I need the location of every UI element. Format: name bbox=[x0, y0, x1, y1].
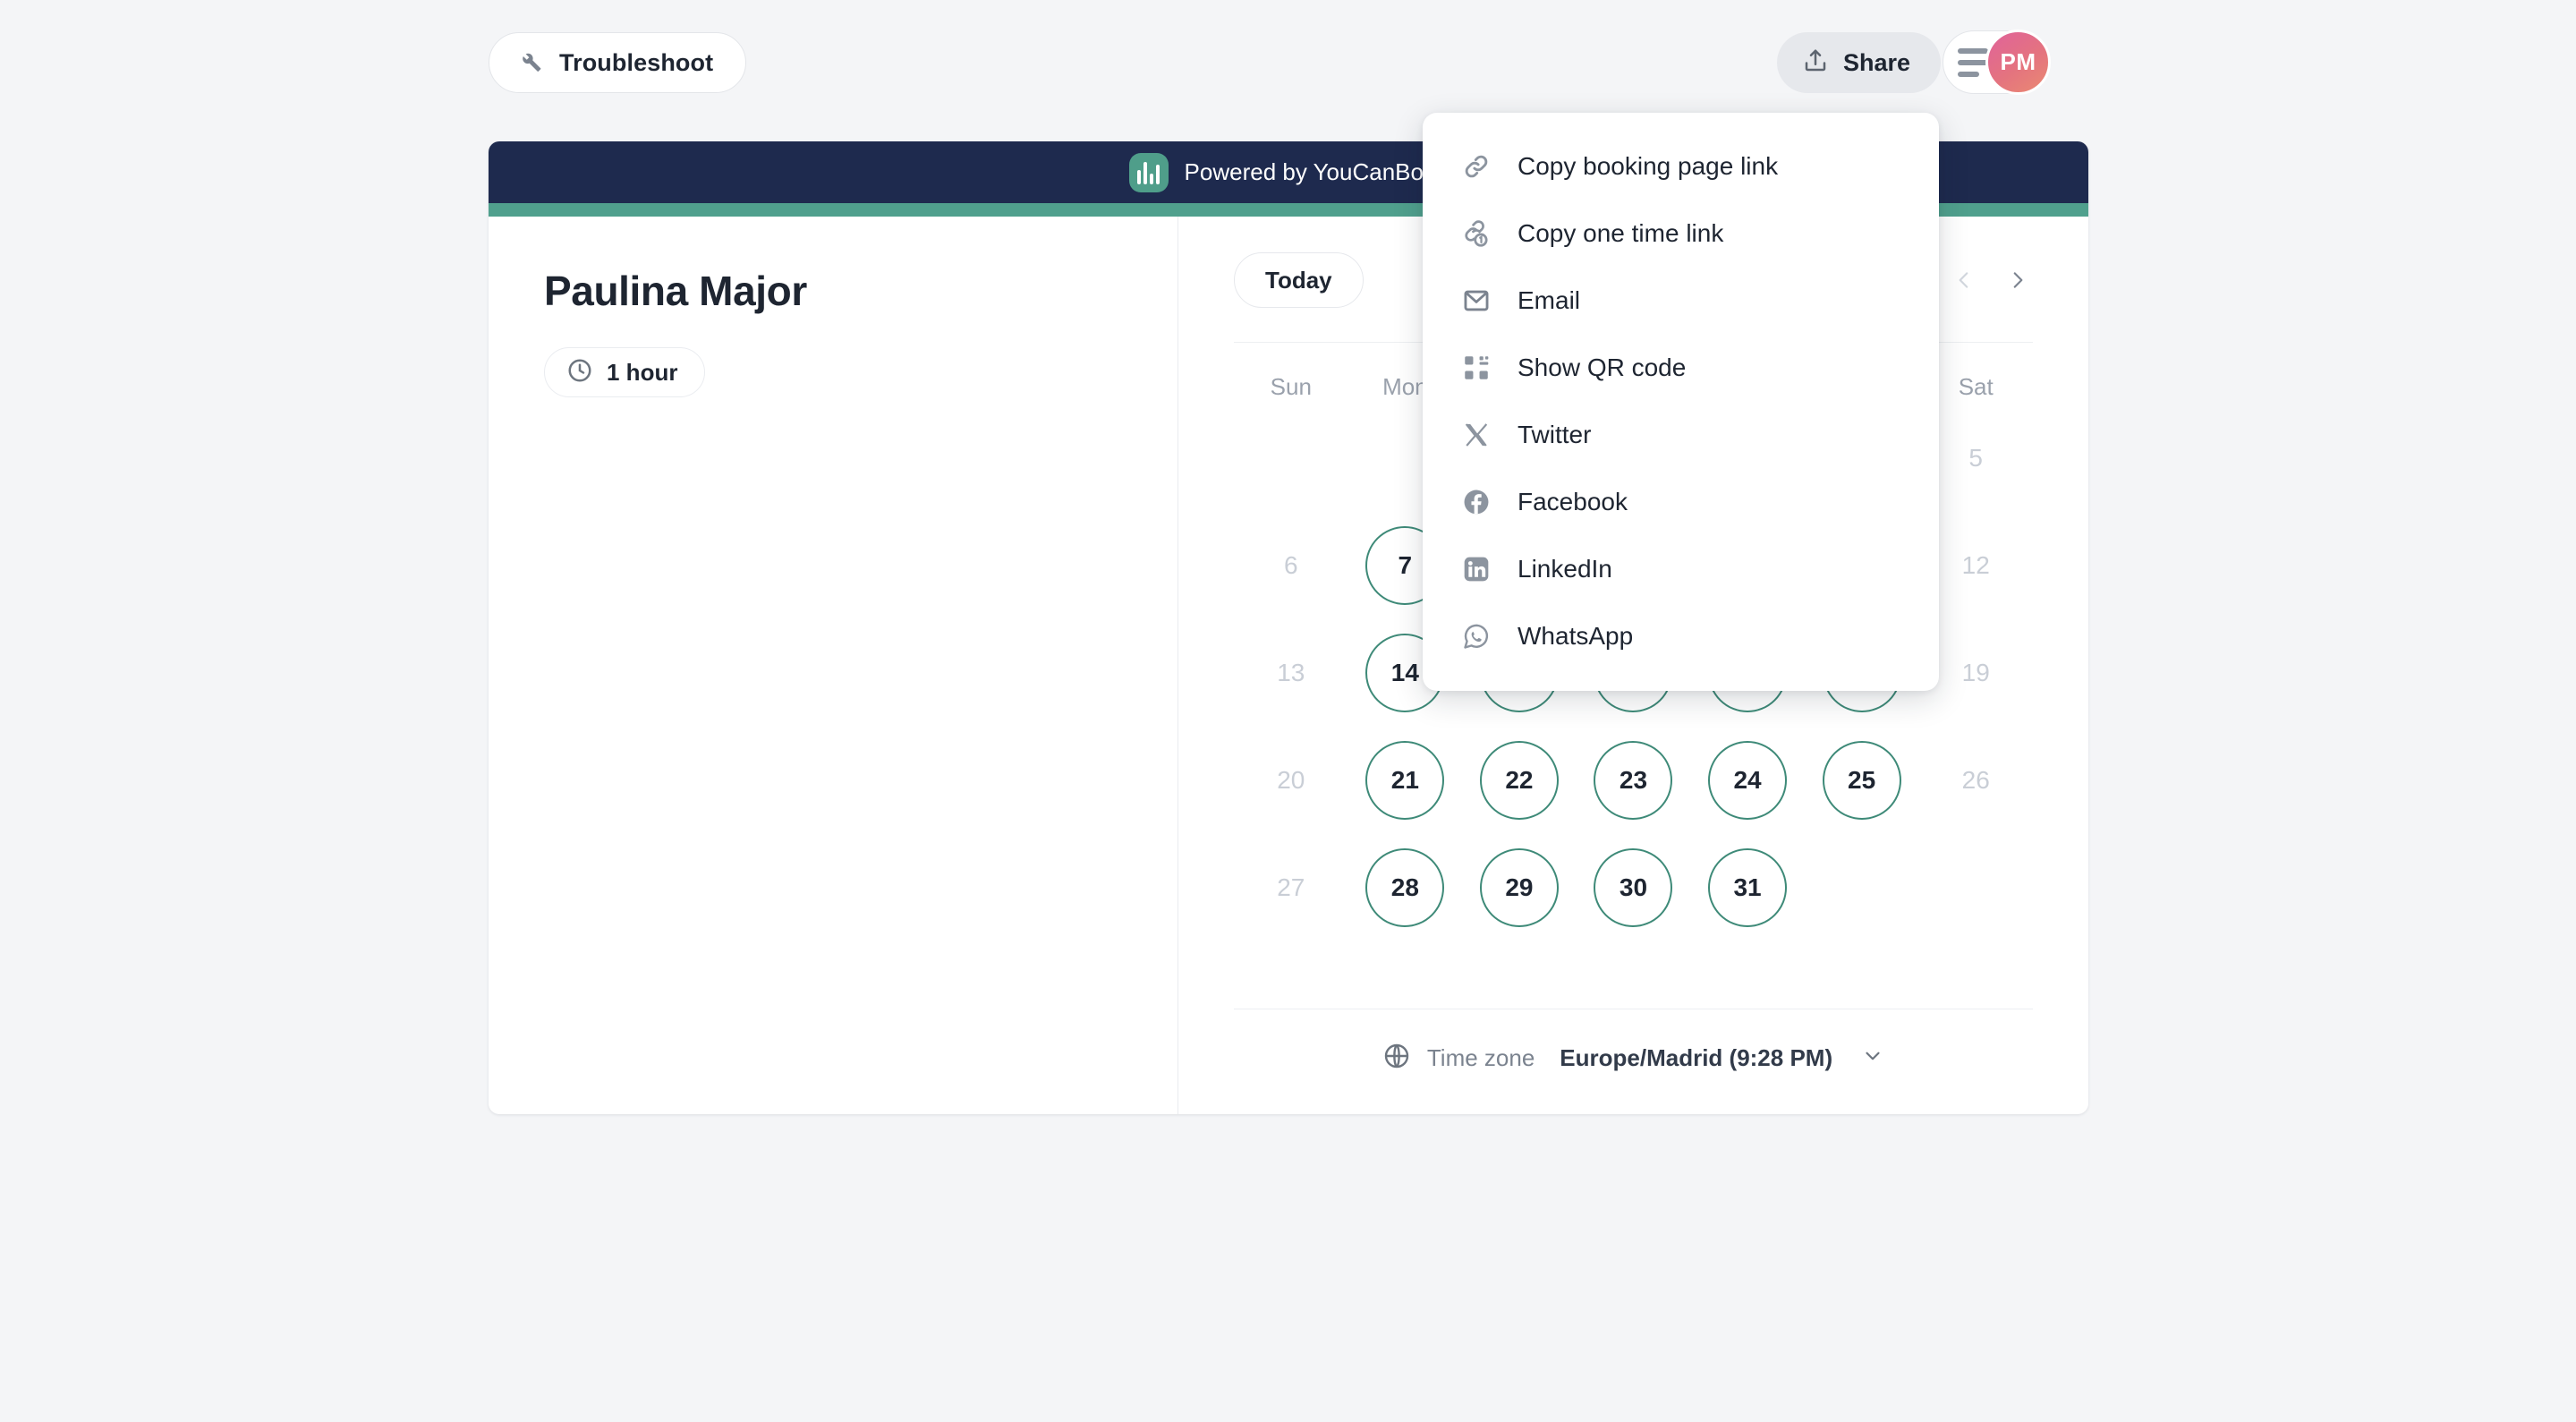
account-menu-pill[interactable]: PM bbox=[1943, 30, 2051, 95]
share-menu-item-label: Twitter bbox=[1518, 420, 1592, 448]
youcanbookme-logo-icon bbox=[1128, 152, 1169, 192]
share-menu-item-linkedin[interactable]: LinkedIn bbox=[1423, 535, 1939, 602]
calendar-day-available[interactable]: 24 bbox=[1690, 727, 1805, 834]
duration-chip: 1 hour bbox=[544, 347, 706, 397]
share-menu-item-label: Facebook bbox=[1518, 487, 1628, 515]
calendar-day-number: 21 bbox=[1365, 741, 1445, 820]
calendar-day-number: 27 bbox=[1277, 873, 1305, 901]
top-bar: Troubleshoot Share PM bbox=[0, 0, 2576, 132]
link-one-time-icon bbox=[1460, 217, 1492, 250]
duration-label: 1 hour bbox=[607, 358, 678, 386]
calendar-day-unavailable: 26 bbox=[1918, 727, 2033, 834]
share-label: Share bbox=[1843, 48, 1911, 76]
calendar-day-empty bbox=[1234, 404, 1348, 512]
calendar-day-number: 29 bbox=[1479, 848, 1559, 927]
calendar-day-number: 25 bbox=[1822, 741, 1901, 820]
powered-by-label: Powered by YouCanBook bbox=[1184, 158, 1449, 185]
calendar-day-number: 5 bbox=[1968, 444, 1983, 472]
calendar-day-number: 30 bbox=[1594, 848, 1673, 927]
calendar-day-number: 26 bbox=[1961, 766, 1990, 794]
calendar-day-unavailable: 27 bbox=[1234, 834, 1348, 941]
share-menu-item-facebook[interactable]: Facebook bbox=[1423, 468, 1939, 535]
share-menu-item-label: Email bbox=[1518, 285, 1581, 314]
troubleshoot-button[interactable]: Troubleshoot bbox=[489, 32, 747, 93]
calendar-day-available[interactable]: 31 bbox=[1690, 834, 1805, 941]
share-menu-item-copy-booking-page-link[interactable]: Copy booking page link bbox=[1423, 132, 1939, 200]
calendar-day-unavailable: 13 bbox=[1234, 619, 1348, 727]
whatsapp-icon bbox=[1460, 620, 1492, 652]
timezone-label: Time zone bbox=[1426, 1044, 1535, 1071]
calendar-day-number: 12 bbox=[1961, 551, 1990, 579]
chevron-down-icon[interactable] bbox=[1861, 1044, 1884, 1072]
today-button[interactable]: Today bbox=[1234, 252, 1364, 308]
calendar-day-number: 23 bbox=[1594, 741, 1673, 820]
share-menu-item-whatsapp[interactable]: WhatsApp bbox=[1423, 602, 1939, 669]
share-menu-item-label: LinkedIn bbox=[1518, 554, 1612, 583]
chevron-left-icon[interactable] bbox=[1949, 260, 1979, 300]
weekday-label: Sun bbox=[1270, 373, 1312, 400]
calendar-day-number: 19 bbox=[1961, 659, 1990, 686]
calendar-day-available[interactable]: 22 bbox=[1462, 727, 1577, 834]
calendar-day-number: 24 bbox=[1708, 741, 1788, 820]
calendar-day-available[interactable]: 25 bbox=[1805, 727, 1919, 834]
calendar-day-number: 22 bbox=[1479, 741, 1559, 820]
wrench-icon bbox=[516, 47, 543, 79]
calendar-day-empty bbox=[1805, 834, 1919, 941]
share-menu-item-copy-one-time-link[interactable]: Copy one time link bbox=[1423, 200, 1939, 267]
calendar-day-number: 6 bbox=[1283, 551, 1298, 579]
calendar-day-empty bbox=[1918, 834, 2033, 941]
calendar-day-unavailable: 6 bbox=[1234, 512, 1348, 619]
share-button[interactable]: Share bbox=[1777, 32, 1942, 93]
calendar-day-unavailable: 20 bbox=[1234, 727, 1348, 834]
calendar-day-number: 13 bbox=[1277, 659, 1305, 686]
facebook-icon bbox=[1460, 486, 1492, 518]
envelope-icon bbox=[1460, 285, 1492, 317]
share-menu-item-label: Copy booking page link bbox=[1518, 151, 1779, 180]
upload-share-icon bbox=[1802, 47, 1829, 79]
app-root: Troubleshoot Share PM Powered by YouCanB… bbox=[0, 0, 2576, 1422]
timezone-value: Europe/Madrid (9:28 PM) bbox=[1560, 1044, 1833, 1071]
calendar-day-available[interactable]: 23 bbox=[1577, 727, 1691, 834]
share-menu-item-label: Show QR code bbox=[1518, 353, 1687, 381]
host-name: Paulina Major bbox=[544, 268, 807, 314]
calendar-day-available[interactable]: 21 bbox=[1348, 727, 1463, 834]
globe-icon bbox=[1382, 1042, 1411, 1075]
chevron-right-icon[interactable] bbox=[2002, 260, 2033, 300]
share-menu-item-email[interactable]: Email bbox=[1423, 267, 1939, 334]
linkedin-icon bbox=[1460, 553, 1492, 585]
timezone-bar[interactable]: Time zone Europe/Madrid (9:28 PM) bbox=[1234, 1009, 2033, 1075]
share-menu-item-label: Copy one time link bbox=[1518, 218, 1724, 247]
booking-details-pane: Paulina Major 1 hour bbox=[489, 217, 1178, 1114]
twitter-x-icon bbox=[1460, 419, 1492, 451]
share-menu-item-show-qr-code[interactable]: Show QR code bbox=[1423, 334, 1939, 401]
troubleshoot-label: Troubleshoot bbox=[559, 48, 714, 76]
qr-code-icon bbox=[1460, 352, 1492, 384]
calendar-day-number: 20 bbox=[1277, 766, 1305, 794]
calendar-day-available[interactable]: 30 bbox=[1577, 834, 1691, 941]
calendar-day-number: 31 bbox=[1708, 848, 1788, 927]
avatar[interactable]: PM bbox=[1985, 30, 2051, 95]
share-dropdown-menu: Copy booking page link Copy one time link… bbox=[1423, 113, 1939, 691]
calendar-nav bbox=[1949, 260, 2033, 300]
link-icon bbox=[1460, 150, 1492, 183]
share-menu-item-twitter[interactable]: Twitter bbox=[1423, 401, 1939, 468]
calendar-day-available[interactable]: 28 bbox=[1348, 834, 1463, 941]
calendar-day-number: 28 bbox=[1365, 848, 1445, 927]
calendar-day-available[interactable]: 29 bbox=[1462, 834, 1577, 941]
share-menu-item-label: WhatsApp bbox=[1518, 621, 1634, 650]
clock-icon bbox=[566, 357, 593, 388]
